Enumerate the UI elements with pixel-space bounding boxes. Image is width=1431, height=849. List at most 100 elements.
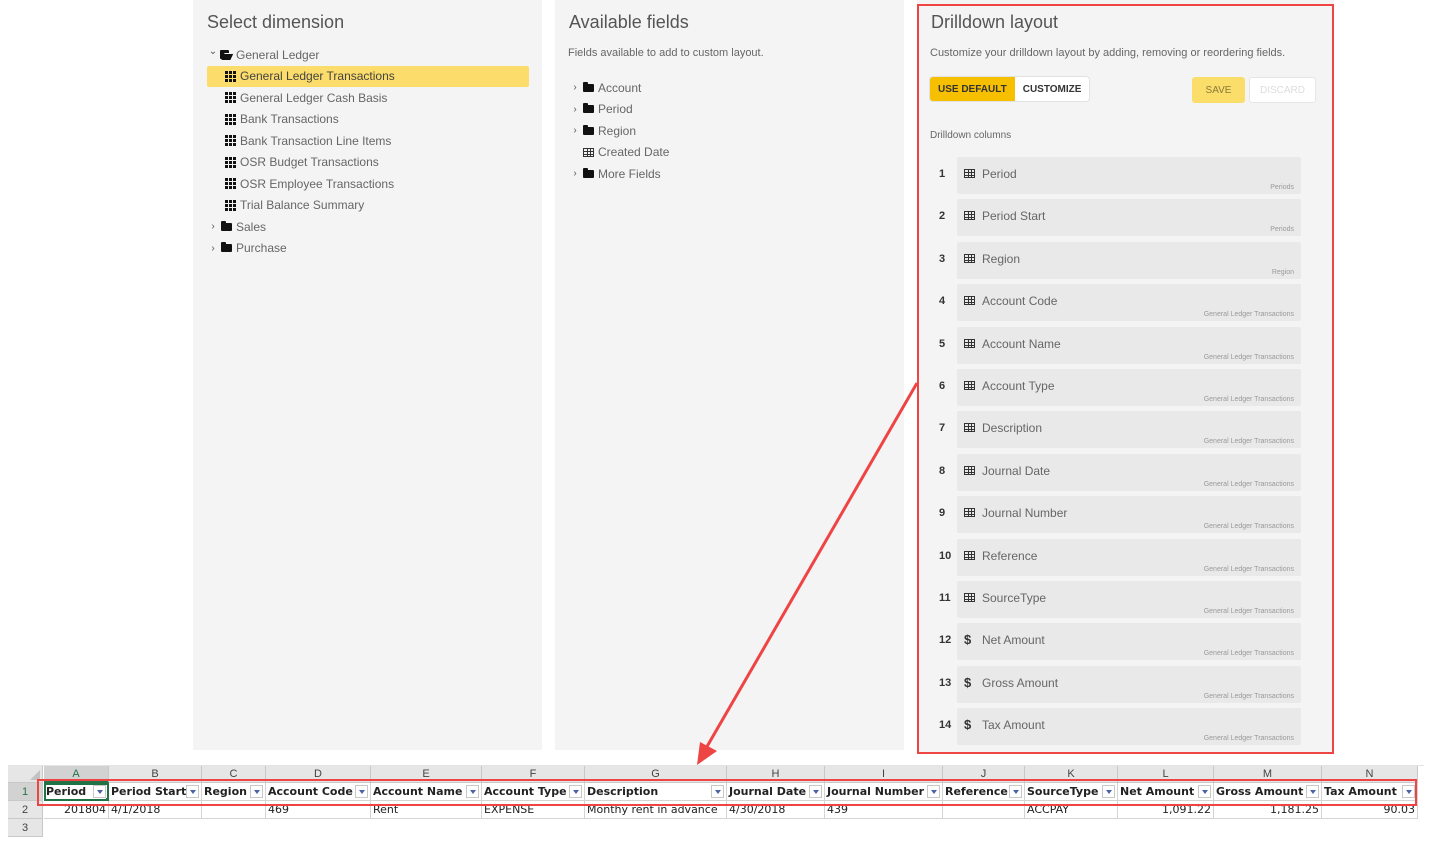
column-header[interactable]: E <box>371 766 482 783</box>
tree-item[interactable]: › Purchase <box>207 238 529 260</box>
customize-button[interactable]: CUSTOMIZE <box>1014 77 1090 101</box>
column-card[interactable]: $ Net Amount General Ledger Transactions <box>957 623 1301 661</box>
column-card[interactable]: Journal Date General Ledger Transactions <box>957 453 1301 491</box>
column-card[interactable]: Account Name General Ledger Transactions <box>957 326 1301 364</box>
tree-item[interactable]: General Ledger Cash Basis <box>207 87 529 109</box>
filter-dropdown-icon[interactable] <box>355 785 368 798</box>
row-header[interactable]: 1 <box>8 783 43 801</box>
column-header[interactable]: G <box>585 766 727 783</box>
header-cell[interactable]: Period <box>44 783 109 801</box>
header-cell[interactable]: Gross Amount <box>1214 783 1322 801</box>
header-cell[interactable]: Account Name <box>371 783 482 801</box>
chevron-down-icon[interactable]: ⌄ <box>207 46 219 57</box>
column-card[interactable]: $ Tax Amount General Ledger Transactions <box>957 708 1301 746</box>
drilldown-column-item[interactable]: 5 Account Name General Ledger Transactions <box>917 326 1334 364</box>
drilldown-column-item[interactable]: 8 Journal Date General Ledger Transactions <box>917 453 1334 491</box>
column-card[interactable]: Account Type General Ledger Transactions <box>957 369 1301 406</box>
column-card[interactable]: Region Region <box>957 241 1301 279</box>
column-card[interactable]: Period Periods <box>957 157 1301 194</box>
column-header[interactable]: B <box>109 766 202 783</box>
tree-item[interactable]: OSR Employee Transactions <box>207 173 529 195</box>
column-header[interactable]: A <box>44 766 109 783</box>
data-cell[interactable]: ACCPAY <box>1025 801 1118 819</box>
filter-dropdown-icon[interactable] <box>93 785 106 798</box>
data-cell[interactable]: Rent <box>371 801 482 819</box>
row-header[interactable]: 2 <box>8 801 43 819</box>
row-header[interactable]: 3 <box>8 819 43 837</box>
field-item[interactable]: › More Fields <box>569 163 891 185</box>
save-button[interactable]: SAVE <box>1192 77 1245 103</box>
column-card[interactable]: Period Start Periods <box>957 199 1301 237</box>
header-cell[interactable]: Period Start <box>109 783 202 801</box>
data-cell[interactable]: 201804 <box>44 801 109 819</box>
data-cell[interactable]: 1,181.25 <box>1214 801 1322 819</box>
column-header[interactable]: D <box>266 766 371 783</box>
column-header[interactable]: H <box>727 766 825 783</box>
data-cell[interactable]: 439 <box>825 801 943 819</box>
drilldown-column-item[interactable]: 13 $ Gross Amount General Ledger Transactio… <box>917 665 1334 703</box>
filter-dropdown-icon[interactable] <box>711 785 724 798</box>
drilldown-column-item[interactable]: 3 Region Region <box>917 241 1334 279</box>
column-header[interactable]: L <box>1118 766 1214 783</box>
drilldown-column-item[interactable]: 6 Account Type General Ledger Transactions <box>917 369 1334 406</box>
use-default-button[interactable]: USE DEFAULT <box>930 77 1015 101</box>
header-cell[interactable]: Account Type <box>482 783 585 801</box>
field-item[interactable]: › Period <box>569 99 891 121</box>
header-cell[interactable]: Tax Amount <box>1322 783 1418 801</box>
column-header[interactable]: C <box>202 766 266 783</box>
field-item[interactable]: › Account <box>569 77 891 99</box>
data-cell[interactable]: Monthy rent in advance <box>585 801 727 819</box>
data-cell[interactable]: 4/30/2018 <box>727 801 825 819</box>
tree-item[interactable]: Bank Transactions <box>207 109 529 131</box>
column-card[interactable]: Reference General Ledger Transactions <box>957 538 1301 576</box>
drilldown-column-item[interactable]: 1 Period Periods <box>917 157 1334 194</box>
filter-dropdown-icon[interactable] <box>927 785 940 798</box>
field-item[interactable]: Created Date <box>569 142 891 164</box>
chevron-right-icon[interactable]: › <box>569 82 581 93</box>
drilldown-column-item[interactable]: 9 Journal Number General Ledger Transactio… <box>917 496 1334 534</box>
filter-dropdown-icon[interactable] <box>1102 785 1115 798</box>
chevron-right-icon[interactable]: › <box>569 168 581 179</box>
header-cell[interactable]: Net Amount <box>1118 783 1214 801</box>
data-cell[interactable]: 1,091.22 <box>1118 801 1214 819</box>
column-card[interactable]: Account Code General Ledger Transactions <box>957 284 1301 322</box>
filter-dropdown-icon[interactable] <box>1306 785 1319 798</box>
drilldown-column-item[interactable]: 7 Description General Ledger Transactions <box>917 411 1334 449</box>
field-item[interactable]: › Region <box>569 120 891 142</box>
data-cell[interactable]: EXPENSE <box>482 801 585 819</box>
discard-button[interactable]: DISCARD <box>1249 77 1316 103</box>
column-card[interactable]: $ Gross Amount General Ledger Transactions <box>957 665 1301 703</box>
data-cell[interactable]: 90.03 <box>1322 801 1418 819</box>
header-cell[interactable]: Journal Date <box>727 783 825 801</box>
tree-item[interactable]: OSR Budget Transactions <box>207 152 529 174</box>
column-card[interactable]: SourceType General Ledger Transactions <box>957 581 1301 618</box>
filter-dropdown-icon[interactable] <box>1009 785 1022 798</box>
column-header[interactable]: M <box>1214 766 1322 783</box>
tree-item[interactable]: Bank Transaction Line Items <box>207 130 529 152</box>
tree-item[interactable]: ⌄ General Ledger <box>207 44 529 66</box>
tree-item[interactable]: General Ledger Transactions <box>207 65 529 87</box>
data-cell[interactable] <box>202 801 266 819</box>
chevron-right-icon[interactable]: › <box>207 243 219 254</box>
filter-dropdown-icon[interactable] <box>466 785 479 798</box>
chevron-right-icon[interactable]: › <box>569 104 581 115</box>
tree-item[interactable]: Trial Balance Summary <box>207 195 529 217</box>
drilldown-column-item[interactable]: 2 Period Start Periods <box>917 199 1334 237</box>
column-header[interactable]: I <box>825 766 943 783</box>
filter-dropdown-icon[interactable] <box>186 785 199 798</box>
header-cell[interactable]: Account Code <box>266 783 371 801</box>
drilldown-column-item[interactable]: 12 $ Net Amount General Ledger Transactions <box>917 623 1334 661</box>
filter-dropdown-icon[interactable] <box>1198 785 1211 798</box>
filter-dropdown-icon[interactable] <box>809 785 822 798</box>
column-card[interactable]: Description General Ledger Transactions <box>957 411 1301 449</box>
filter-dropdown-icon[interactable] <box>569 785 582 798</box>
drilldown-column-item[interactable]: 4 Account Code General Ledger Transactions <box>917 284 1334 322</box>
data-cell[interactable]: 469 <box>266 801 371 819</box>
drilldown-column-item[interactable]: 10 Reference General Ledger Transactions <box>917 538 1334 576</box>
chevron-right-icon[interactable]: › <box>569 125 581 136</box>
column-header[interactable]: F <box>482 766 585 783</box>
column-header[interactable]: J <box>943 766 1025 783</box>
header-cell[interactable]: Description <box>585 783 727 801</box>
tree-item[interactable]: › Sales <box>207 216 529 238</box>
header-cell[interactable]: Region <box>202 783 266 801</box>
